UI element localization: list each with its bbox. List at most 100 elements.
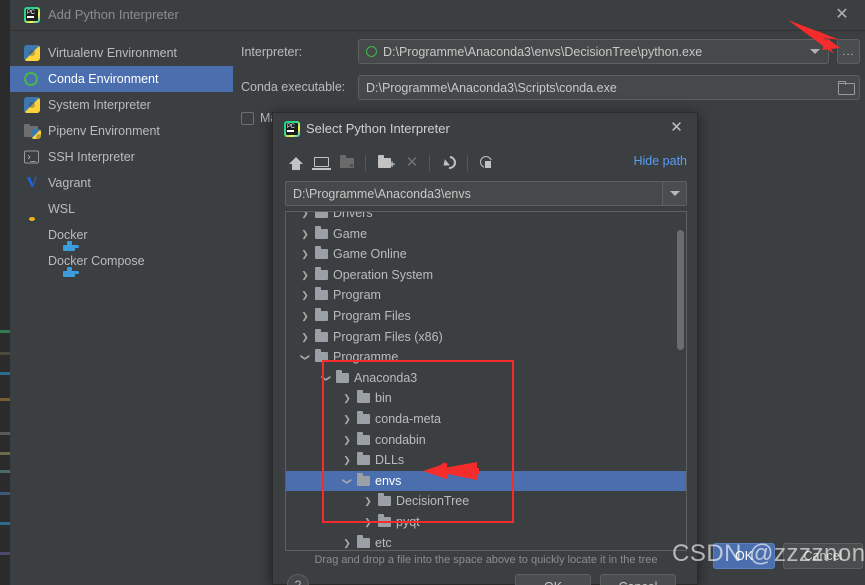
pycharm-logo-icon: PC bbox=[24, 7, 40, 23]
toolbar-separator bbox=[365, 155, 366, 171]
select-python-interpreter-dialog: PC Select Python Interpreter ✕ + ✕ Hide … bbox=[272, 112, 698, 585]
tree-row-label: pyqt bbox=[396, 512, 420, 533]
tree-row-label: Programme bbox=[333, 347, 398, 368]
browse-interpreter-button[interactable]: ... bbox=[837, 39, 860, 64]
tree-row-label: DLLs bbox=[375, 450, 404, 471]
tree-row[interactable]: ❯ Program bbox=[286, 285, 686, 306]
interpreter-type-list: Virtualenv Environment Conda Environment… bbox=[10, 31, 233, 585]
tree-row[interactable]: ❯ Programme bbox=[286, 347, 686, 368]
sidebar-item-label: Virtualenv Environment bbox=[48, 46, 177, 60]
sidebar-item-label: System Interpreter bbox=[48, 98, 151, 112]
outer-cancel-button[interactable]: Cancel bbox=[783, 543, 863, 569]
sidebar-item-conda[interactable]: Conda Environment bbox=[10, 66, 233, 92]
chevron-right-icon[interactable]: ❯ bbox=[300, 224, 310, 245]
tree-row[interactable]: ❯bin bbox=[286, 388, 686, 409]
tree-row[interactable]: ❯ Operation System bbox=[286, 265, 686, 286]
chevron-right-icon[interactable]: ❯ bbox=[300, 211, 310, 224]
sidebar-item-pipenv[interactable]: Pipenv Environment bbox=[10, 118, 233, 144]
inner-cancel-button[interactable]: Cancel bbox=[600, 574, 676, 585]
sidebar-item-docker[interactable]: Docker bbox=[10, 222, 233, 248]
home-icon[interactable] bbox=[285, 152, 307, 174]
tree-row[interactable]: ❯ DLLs bbox=[286, 450, 686, 471]
chevron-right-icon[interactable]: ❯ bbox=[300, 265, 310, 286]
chevron-right-icon[interactable]: ❯ bbox=[300, 327, 310, 348]
pipenv-icon bbox=[24, 123, 40, 139]
file-tree-rows: ❯Drivers❯Game❯Game Online❯Operation Syst… bbox=[286, 211, 686, 551]
pycharm-logo-icon: PC bbox=[284, 121, 300, 137]
folder-icon bbox=[357, 476, 370, 486]
interpreter-combo[interactable]: D:\Programme\Anaconda3\envs\DecisionTree… bbox=[358, 39, 829, 64]
tree-row[interactable]: ❯ condabin bbox=[286, 430, 686, 451]
tree-row[interactable]: ❯envs bbox=[286, 471, 686, 492]
ssh-icon: ›_ bbox=[24, 151, 39, 164]
tree-row[interactable]: ❯ Program Files bbox=[286, 306, 686, 327]
sidebar-item-wsl[interactable]: WSL bbox=[10, 196, 233, 222]
checkbox-icon[interactable] bbox=[241, 112, 254, 125]
close-icon[interactable]: ✕ bbox=[668, 120, 685, 137]
tree-row-label: Program Files bbox=[333, 306, 411, 327]
chevron-right-icon[interactable]: ❯ bbox=[300, 306, 310, 327]
folder-icon bbox=[315, 229, 328, 239]
folder-icon bbox=[357, 435, 370, 445]
hide-path-link[interactable]: Hide path bbox=[633, 154, 687, 168]
inner-dialog-title: Select Python Interpreter bbox=[306, 121, 450, 136]
conda-executable-label: Conda executable: bbox=[241, 80, 345, 94]
tree-row-label: Game bbox=[333, 224, 367, 245]
tree-row-label: etc bbox=[375, 533, 392, 552]
tree-row-label: Program bbox=[333, 285, 381, 306]
drag-drop-hint: Drag and drop a file into the space abov… bbox=[285, 554, 687, 566]
tree-row[interactable]: ❯Program Files (x86) bbox=[286, 327, 686, 348]
close-icon[interactable]: ✕ bbox=[833, 7, 851, 25]
chevron-right-icon[interactable]: ❯ bbox=[363, 491, 373, 512]
chevron-right-icon[interactable]: ❯ bbox=[342, 388, 352, 409]
chevron-down-icon[interactable] bbox=[810, 49, 820, 54]
chevron-right-icon[interactable]: ❯ bbox=[300, 244, 310, 265]
outer-ok-button[interactable]: OK bbox=[713, 543, 775, 569]
tree-row-label: condabin bbox=[375, 430, 426, 451]
chevron-down-icon[interactable]: ❯ bbox=[337, 476, 358, 486]
new-folder-icon[interactable]: + bbox=[375, 152, 397, 174]
vagrant-icon: V bbox=[24, 175, 40, 191]
tree-row[interactable]: ❯ Game bbox=[286, 224, 686, 245]
inner-ok-button[interactable]: OK bbox=[515, 574, 591, 585]
tree-row[interactable]: ❯Drivers bbox=[286, 211, 686, 224]
refresh-icon[interactable] bbox=[439, 152, 461, 174]
tree-row[interactable]: ❯ pyqt bbox=[286, 512, 686, 533]
chevron-down-icon[interactable] bbox=[662, 182, 686, 205]
show-hidden-files-icon[interactable] bbox=[477, 152, 499, 174]
screenshot-root: PC Add Python Interpreter ✕ Virtualenv E… bbox=[0, 0, 865, 585]
tree-row[interactable]: ❯DecisionTree bbox=[286, 491, 686, 512]
sidebar-item-label: Pipenv Environment bbox=[48, 124, 160, 138]
folder-icon[interactable] bbox=[838, 81, 853, 94]
file-tree[interactable]: ❯Drivers❯Game❯Game Online❯Operation Syst… bbox=[285, 211, 687, 551]
sidebar-item-virtualenv[interactable]: Virtualenv Environment bbox=[10, 40, 233, 66]
chevron-right-icon[interactable]: ❯ bbox=[342, 409, 352, 430]
chevron-right-icon[interactable]: ❯ bbox=[342, 430, 352, 451]
tree-row[interactable]: ❯Game Online bbox=[286, 244, 686, 265]
virtualenv-icon bbox=[24, 45, 40, 61]
tree-row[interactable]: ❯Anaconda3 bbox=[286, 368, 686, 389]
desktop-icon[interactable] bbox=[311, 152, 333, 174]
sidebar-item-ssh[interactable]: ›_ SSH Interpreter bbox=[10, 144, 233, 170]
tree-row-label: Operation System bbox=[333, 265, 433, 286]
conda-executable-input[interactable]: D:\Programme\Anaconda3\Scripts\conda.exe bbox=[358, 75, 860, 100]
folder-icon bbox=[315, 290, 328, 300]
chevron-down-icon[interactable]: ❯ bbox=[316, 373, 337, 383]
outer-titlebar: PC Add Python Interpreter ✕ bbox=[10, 0, 865, 31]
chevron-right-icon[interactable]: ❯ bbox=[342, 450, 352, 471]
chevron-right-icon[interactable]: ❯ bbox=[300, 285, 310, 306]
wsl-icon bbox=[24, 201, 40, 217]
path-value: D:\Programme\Anaconda3\envs bbox=[293, 187, 471, 201]
chevron-right-icon[interactable]: ❯ bbox=[363, 512, 373, 533]
help-button[interactable]: ? bbox=[287, 574, 309, 585]
tree-row[interactable]: ❯ etc bbox=[286, 533, 686, 552]
chevron-right-icon[interactable]: ❯ bbox=[342, 533, 352, 552]
chevron-down-icon[interactable]: ❯ bbox=[295, 352, 316, 362]
toolbar-separator bbox=[467, 155, 468, 171]
sidebar-item-system-interpreter[interactable]: System Interpreter bbox=[10, 92, 233, 118]
sidebar-item-docker-compose[interactable]: Docker Compose bbox=[10, 248, 233, 274]
tree-row[interactable]: ❯conda-meta bbox=[286, 409, 686, 430]
sidebar-item-vagrant[interactable]: V Vagrant bbox=[10, 170, 233, 196]
tree-scrollbar[interactable] bbox=[677, 230, 684, 350]
path-combo[interactable]: D:\Programme\Anaconda3\envs bbox=[285, 181, 687, 206]
